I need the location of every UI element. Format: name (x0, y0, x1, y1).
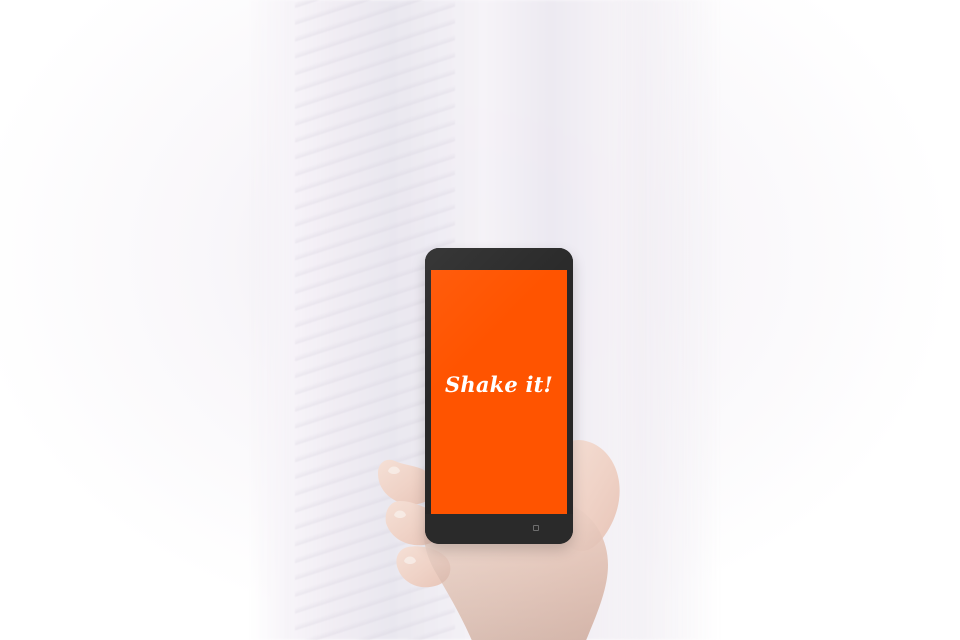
home-sensor-icon (533, 525, 539, 531)
phone-screen: Shake it! (431, 270, 567, 514)
phone-bottom-bezel (425, 514, 573, 544)
smartphone: Shake it! (425, 248, 573, 544)
screen-message: Shake it! (445, 371, 553, 397)
phone-top-bezel (425, 248, 573, 270)
photo-scene: Shake it! (0, 0, 960, 640)
